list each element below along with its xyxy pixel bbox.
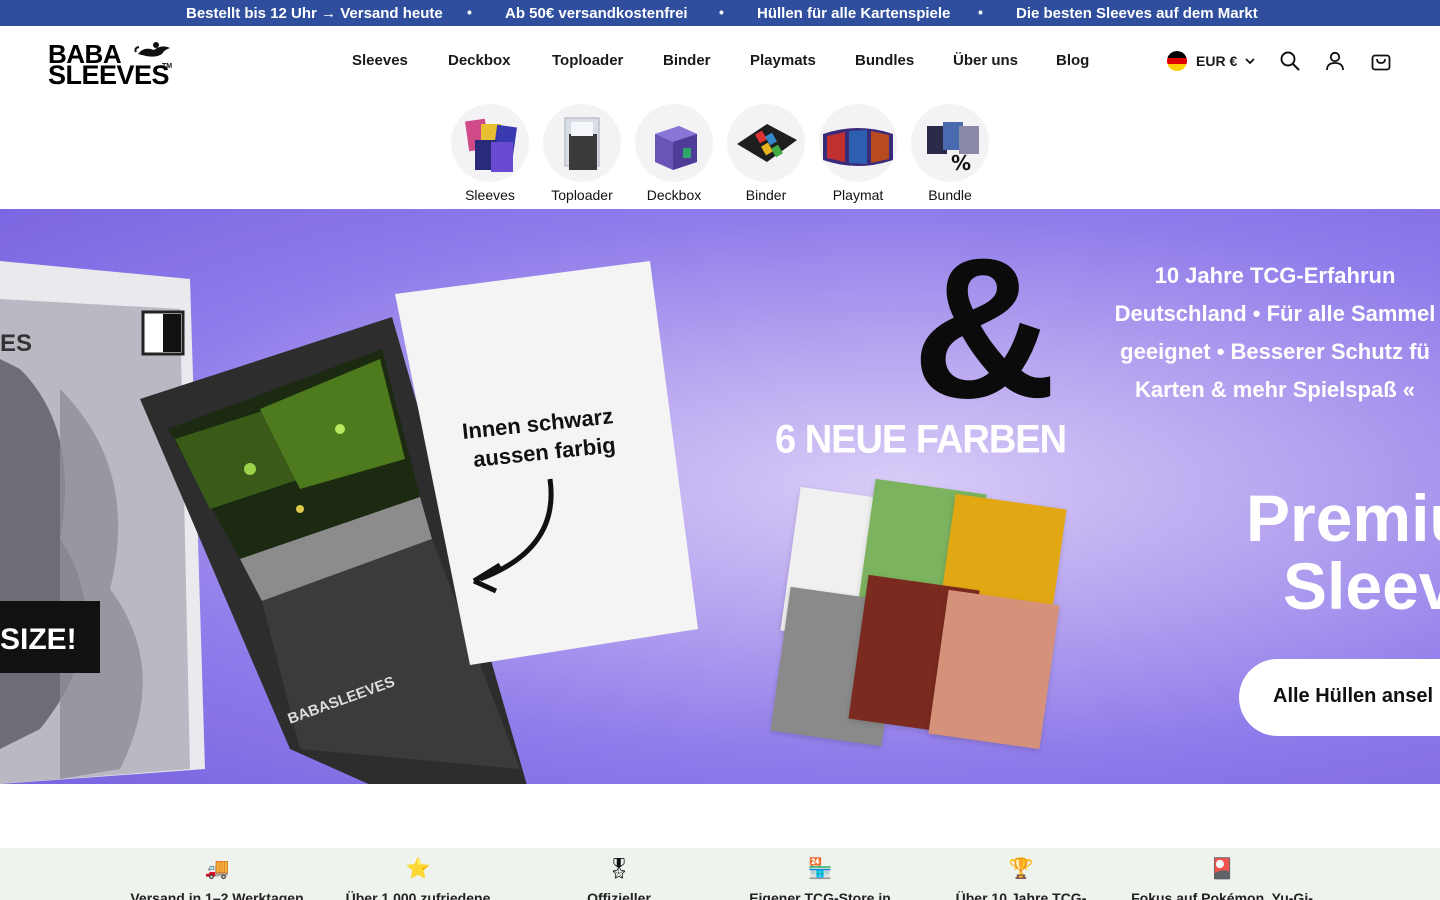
feature-text: Fokus auf Pokémon, Yu-Gi-: [1131, 890, 1313, 900]
chevron-down-icon: [1245, 58, 1255, 65]
announcement-message: Bestellt bis 12 Uhr → Versand heute: [186, 5, 443, 22]
feature-text: Über 1.000 zufriedene: [345, 890, 491, 900]
feature-item: 🚚 Versand in 1–2 Werktagen: [117, 856, 317, 900]
category-sleeves[interactable]: Sleeves: [448, 104, 532, 204]
category-label: Binder: [745, 187, 787, 203]
hero-tagline-line: Karten & mehr Spielspaß «: [1135, 377, 1415, 402]
truck-icon: 🚚: [204, 858, 230, 880]
nav-item-bundles[interactable]: Bundles: [855, 52, 914, 69]
category-binder[interactable]: Binder: [724, 104, 808, 204]
store-icon: 🏪: [807, 858, 833, 880]
feature-item: 🏆 Über 10 Jahre TCG-: [921, 856, 1121, 900]
category-strip: Sleeves Toploader Deckbox Binder Playmat…: [0, 98, 1440, 209]
trophy-icon: 🏆: [1008, 858, 1034, 880]
category-playmat[interactable]: Playmat: [816, 104, 900, 204]
size-partial-text: SIZE!: [0, 623, 77, 656]
sleeves-thumbnail-icon: [451, 104, 529, 182]
announcement-separator: •: [719, 4, 724, 20]
announcement-message: Hüllen für alle Kartenspiele: [757, 5, 951, 22]
hero-title-line-1: Premiu: [1246, 481, 1440, 555]
currency-label: EUR €: [1196, 53, 1238, 69]
svg-text:%: %: [951, 151, 971, 175]
box-partial-text: ES: [0, 330, 32, 357]
category-label: Bundle: [928, 187, 972, 203]
nav-item-deckbox[interactable]: Deckbox: [448, 52, 511, 69]
category-label: Deckbox: [646, 187, 702, 203]
nav-item-blog[interactable]: Blog: [1056, 52, 1089, 69]
nav-item-sleeves[interactable]: Sleeves: [352, 52, 408, 69]
search-icon[interactable]: [1279, 50, 1301, 72]
feature-text: Offizieller: [587, 890, 651, 900]
nav-item-toploader[interactable]: Toploader: [552, 52, 623, 69]
announcement-bar: Bestellt bis 12 Uhr → Versand heute • Ab…: [0, 0, 1440, 26]
cart-icon[interactable]: [1370, 50, 1392, 72]
hero-tagline: 10 Jahre TCG-Erfahrun Deutschland • Für …: [1110, 257, 1440, 409]
new-colors-heading: 6 NEUE FARBEN: [775, 417, 1067, 463]
feature-item: 🏪 Eigener TCG-Store in: [720, 856, 920, 900]
feature-text: Über 10 Jahre TCG-: [955, 890, 1087, 900]
hero-tagline-line: geeignet • Besserer Schutz fü: [1120, 339, 1430, 364]
view-all-sleeves-button[interactable]: Alle Hüllen ansel: [1239, 659, 1440, 736]
hero-title-line-2: Sleev: [1283, 549, 1440, 623]
hero-title: Premiu Sleev: [1246, 484, 1440, 620]
hero-tagline-line: Deutschland • Für alle Sammel: [1114, 301, 1436, 326]
playmat-thumbnail-icon: [819, 104, 897, 182]
account-icon[interactable]: [1324, 50, 1346, 72]
brand-logo[interactable]: BABA SLEEVES TM: [48, 38, 180, 90]
category-label: Toploader: [551, 187, 613, 203]
nav-item-binder[interactable]: Binder: [663, 52, 711, 69]
binder-thumbnail-icon: [727, 104, 805, 182]
feature-text: Versand in 1–2 Werktagen: [130, 890, 304, 900]
star-icon: ⭐: [405, 858, 431, 880]
logo-line-2: SLEEVES: [48, 60, 170, 90]
hero-banner[interactable]: ES SIZE! BABASLEEVES Innen schwarz ausse…: [0, 209, 1440, 784]
announcement-separator: •: [467, 4, 472, 20]
toploader-thumbnail-icon: [543, 104, 621, 182]
feature-item: ⭐ Über 1.000 zufriedene: [318, 856, 518, 900]
color-swatch-peach: [928, 589, 1060, 750]
category-toploader[interactable]: Toploader: [540, 104, 624, 204]
site-header: BABA SLEEVES TM Sleeves Deckbox Toploade…: [0, 26, 1440, 98]
category-deckbox[interactable]: Deckbox: [632, 104, 716, 204]
nav-item-playmats[interactable]: Playmats: [750, 52, 816, 69]
category-label: Playmat: [832, 187, 884, 203]
feature-item: 🎴 Fokus auf Pokémon, Yu-Gi-: [1122, 856, 1322, 900]
hero-tagline-line: 10 Jahre TCG-Erfahrun: [1154, 263, 1396, 288]
announcement-message: Die besten Sleeves auf dem Markt: [1016, 5, 1258, 22]
category-label: Sleeves: [465, 187, 515, 203]
card-icon: 🎴: [1209, 858, 1235, 880]
nav-item-about[interactable]: Über uns: [953, 52, 1018, 69]
category-bundle[interactable]: % Bundle: [908, 104, 992, 204]
magic-lamp-icon: [134, 42, 170, 57]
medal-icon: 🎖: [606, 858, 632, 880]
features-band: 🚚 Versand in 1–2 Werktagen ⭐ Über 1.000 …: [0, 848, 1440, 900]
bundle-thumbnail-icon: %: [911, 104, 989, 182]
announcement-message: Ab 50€ versandkostenfrei: [505, 5, 688, 22]
feature-text: Eigener TCG-Store in: [749, 890, 891, 900]
feature-item: 🎖 Offizieller: [519, 856, 719, 900]
logo-trademark: TM: [162, 63, 173, 70]
deckbox-thumbnail-icon: [635, 104, 713, 182]
germany-flag-icon: [1167, 51, 1187, 71]
announcement-separator: •: [978, 4, 983, 20]
currency-selector[interactable]: EUR €: [1167, 50, 1257, 72]
ampersand-graphic: &: [912, 217, 1057, 440]
